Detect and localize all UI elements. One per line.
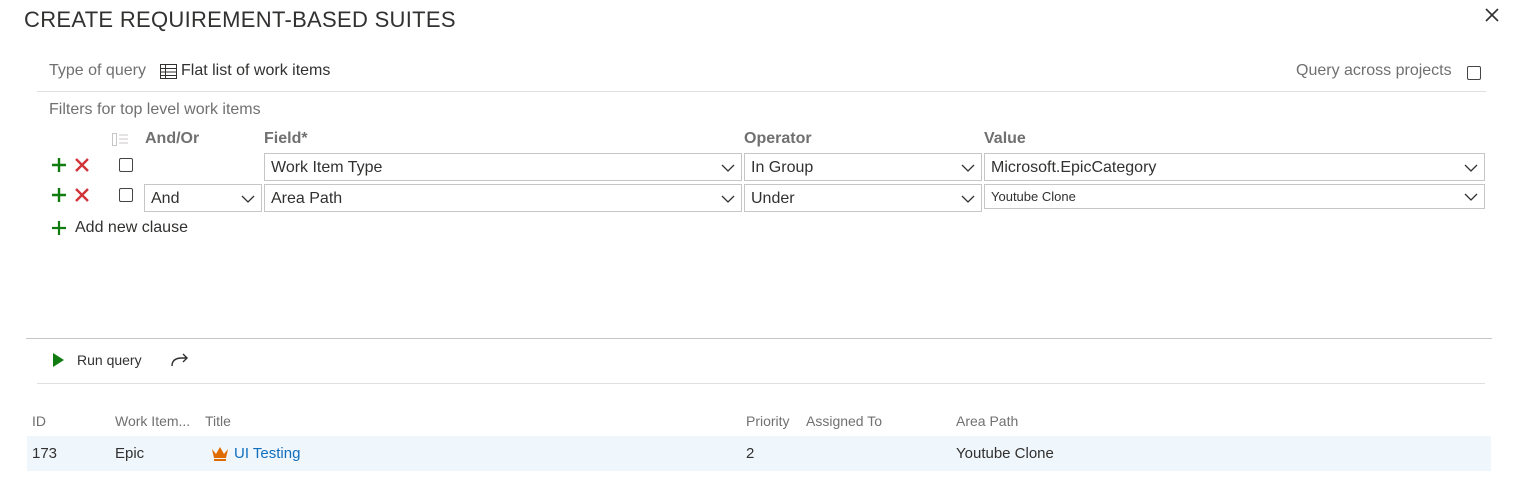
operator-dropdown-value: Under xyxy=(751,190,795,207)
column-header-field: Field* xyxy=(264,130,308,147)
run-query-button[interactable]: Run query xyxy=(52,352,142,368)
table-list-icon xyxy=(160,63,177,79)
clause-select-checkbox[interactable] xyxy=(119,158,133,172)
chevron-down-icon xyxy=(721,195,735,203)
operator-dropdown[interactable]: Under xyxy=(744,184,982,212)
divider xyxy=(37,383,1485,384)
close-icon[interactable] xyxy=(1481,4,1503,26)
filters-label: Filters for top level work items xyxy=(49,101,261,118)
field-dropdown-value: Work Item Type xyxy=(271,159,383,176)
group-clauses-icon[interactable] xyxy=(112,132,129,147)
value-dropdown[interactable]: Microsoft.EpicCategory xyxy=(984,153,1485,181)
operator-dropdown[interactable]: In Group xyxy=(744,153,982,181)
chevron-down-icon xyxy=(1464,193,1478,201)
results-column-header-id[interactable]: ID xyxy=(32,413,46,429)
operator-dropdown-value: In Group xyxy=(751,159,814,176)
query-type-selector[interactable]: Flat list of work items xyxy=(160,62,330,80)
chevron-down-icon xyxy=(961,195,975,203)
cell-id: 173 xyxy=(32,445,58,462)
and-or-dropdown-value: And xyxy=(151,190,180,207)
chevron-down-icon xyxy=(721,164,735,172)
add-clause-plus-icon[interactable] xyxy=(51,220,67,236)
value-dropdown[interactable]: Youtube Clone xyxy=(984,184,1485,209)
results-column-header-assigned-to[interactable]: Assigned To xyxy=(806,413,882,429)
cell-priority: 2 xyxy=(746,445,755,462)
add-new-clause-button[interactable]: Add new clause xyxy=(75,219,188,237)
field-dropdown[interactable]: Area Path xyxy=(264,184,742,212)
share-arrow-icon[interactable] xyxy=(170,352,190,368)
chevron-down-icon xyxy=(961,164,975,172)
delete-clause-x-icon[interactable] xyxy=(74,157,90,173)
query-across-projects-checkbox[interactable] xyxy=(1467,66,1481,80)
and-or-dropdown[interactable]: And xyxy=(144,184,262,212)
cell-work-item-type: Epic xyxy=(115,445,145,462)
play-icon xyxy=(53,353,64,367)
field-dropdown[interactable]: Work Item Type xyxy=(264,153,742,181)
run-query-label: Run query xyxy=(77,352,142,368)
column-header-and-or: And/Or xyxy=(145,130,200,147)
column-header-value: Value xyxy=(984,130,1026,147)
query-type-value: Flat list of work items xyxy=(181,62,331,79)
results-column-header-priority[interactable]: Priority xyxy=(746,413,790,429)
divider xyxy=(26,338,1492,339)
value-dropdown-value: Youtube Clone xyxy=(991,189,1076,204)
insert-clause-plus-icon[interactable] xyxy=(51,187,67,203)
value-dropdown-value: Microsoft.EpicCategory xyxy=(991,159,1157,176)
dialog-title: CREATE REQUIREMENT-BASED SUITES xyxy=(24,7,456,32)
field-dropdown-value: Area Path xyxy=(271,190,343,207)
results-column-header-title[interactable]: Title xyxy=(205,413,231,429)
chevron-down-icon xyxy=(1464,164,1478,172)
insert-clause-plus-icon[interactable] xyxy=(51,157,67,173)
divider xyxy=(37,91,1486,92)
cell-area-path: Youtube Clone xyxy=(956,445,1054,462)
query-type-label: Type of query xyxy=(49,62,146,79)
crown-icon xyxy=(212,447,228,461)
query-across-projects-label: Query across projects xyxy=(1296,62,1452,79)
clause-select-checkbox[interactable] xyxy=(119,188,133,202)
chevron-down-icon xyxy=(241,195,255,203)
results-column-header-area-path[interactable]: Area Path xyxy=(956,413,1018,429)
results-column-header-work-item-type[interactable]: Work Item... xyxy=(115,413,190,429)
cell-title-link[interactable]: UI Testing xyxy=(234,445,300,462)
delete-clause-x-icon[interactable] xyxy=(74,187,90,203)
column-header-operator: Operator xyxy=(744,130,812,147)
